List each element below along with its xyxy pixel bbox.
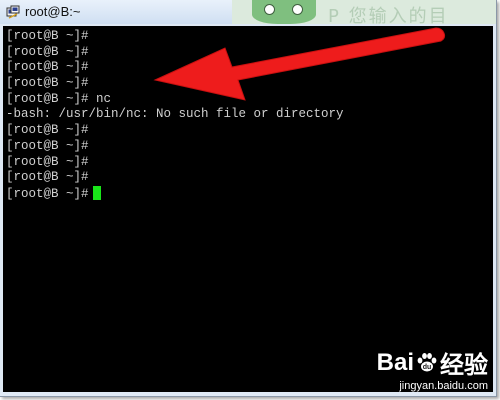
terminal-line: [root@B ~]#	[6, 29, 89, 43]
baidu-watermark: Bai du 经验 jingyan.baidu.com	[377, 345, 488, 393]
terminal-area[interactable]: [root@B ~]# [root@B ~]# [root@B ~]# [roo…	[3, 26, 493, 392]
terminal-line: [root@B ~]#	[6, 138, 89, 153]
watermark-logo-prefix: Bai	[376, 348, 414, 376]
terminal-line: [root@B ~]#	[6, 170, 89, 185]
terminal-output: [root@B ~]# [root@B ~]# [root@B ~]# [roo…	[6, 29, 344, 202]
terminal-window: root@B:~ P 您输入的目 [root@B ~]# [root@B ~]#…	[0, 0, 497, 397]
terminal-prompt-line: [root@B ~]#	[6, 185, 344, 202]
terminal-line: [root@B ~]#	[6, 123, 89, 138]
terminal-line: [root@B ~]#	[6, 76, 89, 91]
putty-terminal-icon[interactable]	[6, 5, 20, 19]
baidu-paw-icon: du	[417, 352, 437, 371]
watermark-logo-suffix: 经验	[440, 352, 488, 379]
terminal-line: [root@B ~]#	[6, 44, 89, 59]
watermark-logo: Bai du 经验	[377, 345, 488, 380]
svg-text:du: du	[423, 364, 432, 371]
terminal-prompt: [root@B ~]#	[6, 186, 89, 201]
window-title: root@B:~	[25, 4, 81, 19]
frog-image	[252, 0, 316, 24]
frog-eye	[264, 4, 275, 15]
terminal-line-nc-command: [root@B ~]# nc	[6, 91, 112, 106]
terminal-line: [root@B ~]#	[6, 154, 89, 169]
frog-eye	[292, 4, 303, 15]
background-window-fragment: P 您输入的目	[232, 0, 496, 24]
terminal-line-error: -bash: /usr/bin/nc: No such file or dire…	[6, 107, 344, 122]
terminal-cursor	[92, 185, 101, 200]
terminal-line: [root@B ~]#	[6, 60, 89, 75]
watermark-url: jingyan.baidu.com	[399, 380, 488, 392]
title-bar[interactable]: root@B:~ P 您输入的目	[0, 0, 496, 24]
background-text: P 您输入的目	[328, 6, 449, 24]
